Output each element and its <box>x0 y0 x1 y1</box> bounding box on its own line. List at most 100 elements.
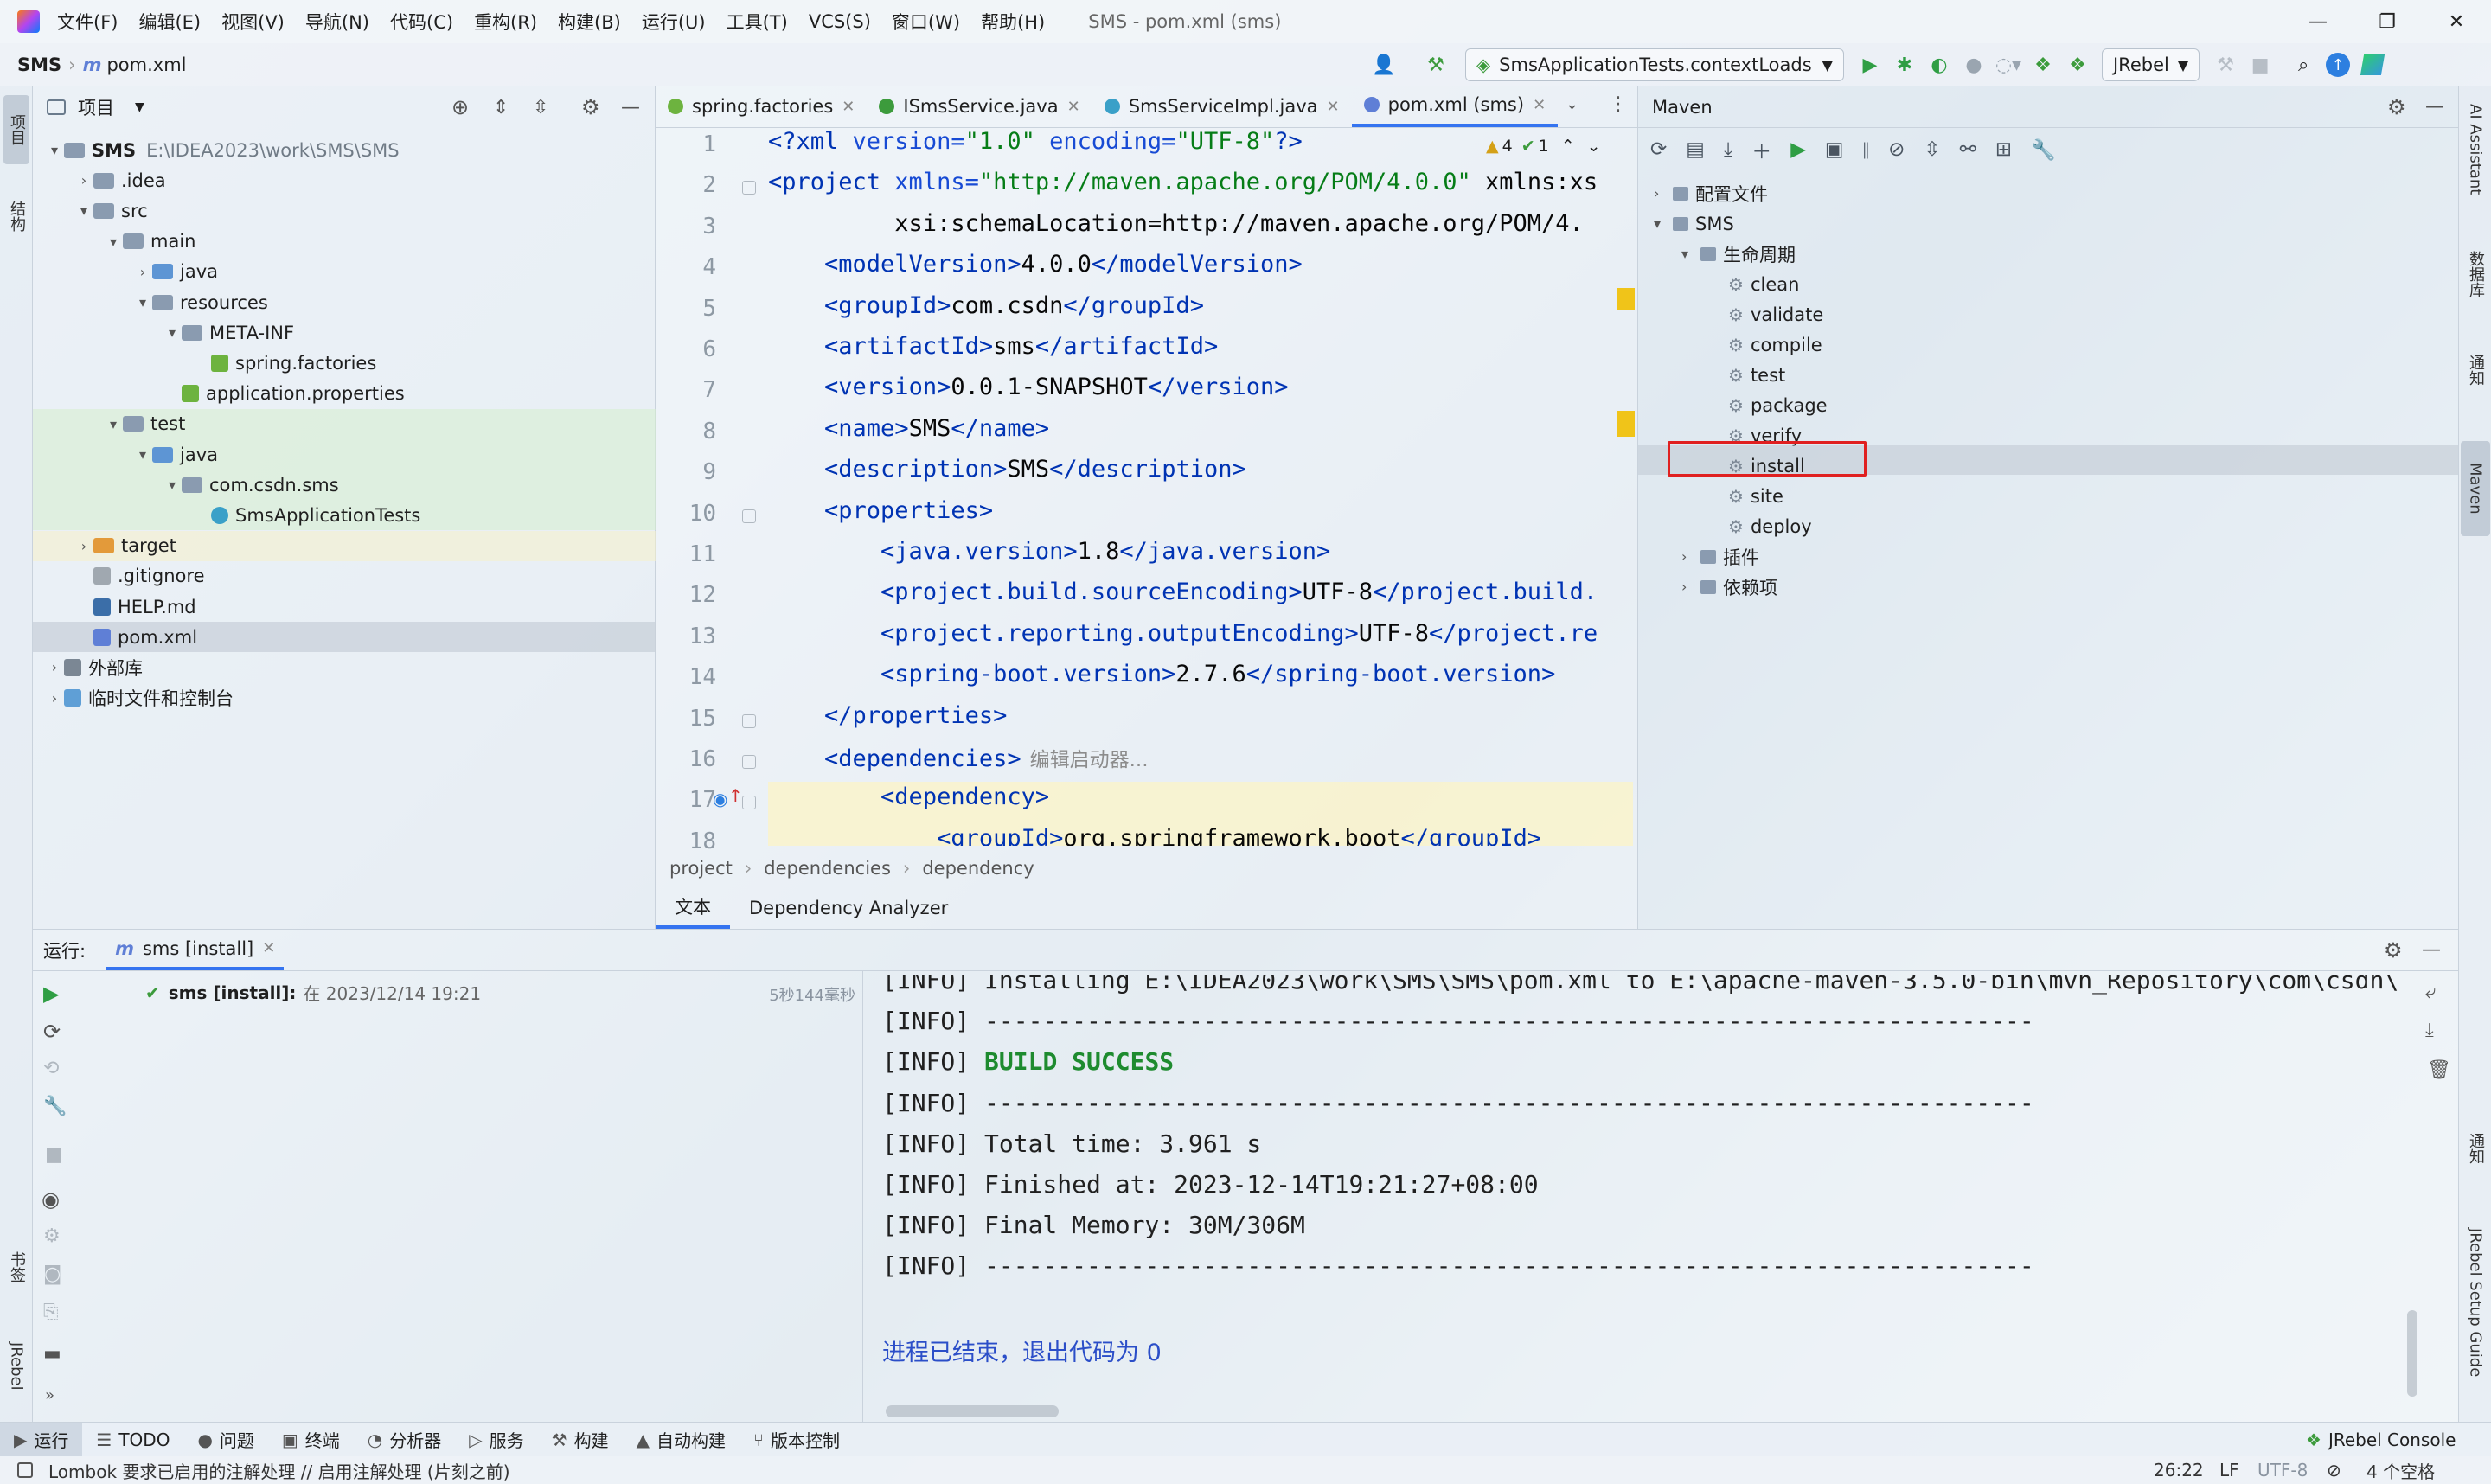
stop-icon[interactable]: ■ <box>45 1144 63 1166</box>
warning-marker[interactable] <box>1617 411 1635 437</box>
expand-arrow-icon[interactable]: ▾ <box>163 324 182 341</box>
close-icon[interactable]: ✕ <box>1067 98 1080 116</box>
code-line[interactable]: <project xmlns="http://maven.apache.org/… <box>768 169 1598 195</box>
close-icon[interactable]: ✕ <box>842 98 855 116</box>
menu-item[interactable]: 编辑(E) <box>138 9 201 35</box>
expand-arrow-icon[interactable]: ▾ <box>1681 246 1700 262</box>
hide-panel-icon[interactable]: — <box>2425 96 2444 118</box>
code-line[interactable]: <modelVersion>4.0.0</modelVersion> <box>768 251 1303 278</box>
clear-icon[interactable]: 🗑 <box>2427 1059 2451 1081</box>
run-tab[interactable]: m sms [install] ✕ <box>106 931 285 970</box>
tool-window-button[interactable]: ▲ 自动构建 <box>623 1423 740 1457</box>
maven-tree-item[interactable]: ⚙ site <box>1709 481 1783 511</box>
code-line[interactable]: <artifactId>sms</artifactId> <box>768 333 1218 360</box>
run-tree-entry[interactable]: ✔ sms [install]: 在 2023/12/14 19:21 <box>145 980 481 1005</box>
expand-arrow-icon[interactable]: ▾ <box>1654 215 1673 232</box>
more-run-icon[interactable]: ◌▾ <box>1991 48 2026 82</box>
scroll-end-icon[interactable]: ⤓ <box>2425 1020 2434 1041</box>
add-icon[interactable]: ＋ <box>1751 135 1771 164</box>
maven-tree-item[interactable]: › 依赖项 <box>1681 572 1777 602</box>
breadcrumb-item[interactable]: dependency <box>922 858 1034 879</box>
code-line[interactable]: xsi:schemaLocation=http://maven.apache.o… <box>768 210 1584 237</box>
structure-tool-button[interactable]: 结构 <box>3 182 29 251</box>
run-icon[interactable]: ▶ <box>1790 138 1806 161</box>
nav-project-name[interactable]: SMS <box>17 54 61 75</box>
layout-icon[interactable]: ▬ <box>43 1343 61 1365</box>
expand-arrow-icon[interactable]: › <box>74 538 93 554</box>
code-line[interactable]: <properties> <box>768 497 993 524</box>
notifications-2-button[interactable]: 通知 <box>2462 1133 2488 1193</box>
tool-window-button[interactable]: ⑂ 版本控制 <box>740 1423 854 1457</box>
project-tree-item[interactable]: ▾ com.csdn.sms <box>33 470 656 501</box>
menu-item[interactable]: VCS(S) <box>809 11 871 32</box>
project-tree-item[interactable]: ▾ src <box>33 195 656 226</box>
code-line[interactable]: <groupId>org.springframework.boot</group… <box>768 825 1541 846</box>
expand-arrow-icon[interactable]: › <box>74 172 93 189</box>
editor-mode-tab[interactable]: Dependency Analyzer <box>730 887 967 929</box>
tool-window-button[interactable]: ▣ 终端 <box>268 1423 354 1457</box>
indent-setting[interactable]: 4 个空格 <box>2366 1458 2435 1483</box>
project-tree-item[interactable]: › java <box>33 257 656 287</box>
export-icon[interactable]: ⎘ <box>43 1302 59 1323</box>
project-tree-item[interactable]: › 外部库 <box>33 652 656 682</box>
console-scrollbar-h[interactable] <box>886 1405 1059 1417</box>
menu-item[interactable]: 重构(R) <box>474 9 537 35</box>
update-icon[interactable]: ↑ <box>2321 48 2355 82</box>
hide-panel-icon[interactable]: — <box>621 97 640 118</box>
hammer-disabled-icon[interactable]: ⚒ <box>2208 48 2243 82</box>
hide-panel-icon[interactable]: — <box>2422 939 2441 961</box>
expand-all-icon[interactable]: ⇕ <box>493 97 509 118</box>
code-line[interactable]: <dependency> <box>768 784 1049 810</box>
tool-window-button[interactable]: ● 问题 <box>183 1423 267 1457</box>
expand-arrow-icon[interactable]: › <box>133 264 152 280</box>
generate-sources-icon[interactable]: ▤ <box>1686 138 1705 161</box>
coverage-icon[interactable]: ◐ <box>1922 48 1956 82</box>
skip-tests-icon[interactable]: ⊘ <box>1888 138 1905 161</box>
project-tree-item[interactable]: › 临时文件和控制台 <box>33 683 656 713</box>
nav-file-name[interactable]: pom.xml <box>106 54 186 75</box>
expand-arrow-icon[interactable]: › <box>1681 579 1700 595</box>
breadcrumb-item[interactable]: project <box>669 858 733 879</box>
minimize-button[interactable]: — <box>2283 0 2353 43</box>
menu-item[interactable]: 文件(F) <box>57 9 118 35</box>
run-icon[interactable]: ▶ <box>1853 48 1887 82</box>
jrebel-tool-button[interactable]: JRebel <box>3 1323 29 1410</box>
expand-arrow-icon[interactable]: ▾ <box>163 477 182 493</box>
menu-item[interactable]: 代码(C) <box>390 9 453 35</box>
jrebel-console-button[interactable]: ❖ JRebel Console <box>2292 1423 2469 1457</box>
database-button[interactable]: 数据库 <box>2462 251 2488 320</box>
code-line[interactable]: <java.version>1.8</java.version> <box>768 538 1330 565</box>
build-hammer-icon[interactable]: ⚒ <box>1418 48 1453 82</box>
project-tree-item[interactable]: ▾ SMS E:\IDEA2023\work\SMS\SMS <box>33 135 656 165</box>
project-tree-item[interactable]: › .idea <box>33 165 656 195</box>
bookmarks-tool-button[interactable]: 书签 <box>3 1228 29 1306</box>
expand-arrow-icon[interactable]: › <box>45 659 64 675</box>
menu-item[interactable]: 导航(N) <box>305 9 369 35</box>
maven-tree-item[interactable]: › 插件 <box>1681 541 1759 572</box>
tool-window-button[interactable]: ▷ 服务 <box>455 1423 537 1457</box>
tabs-more-icon[interactable]: ⋮ <box>1609 93 1628 115</box>
code-line[interactable]: <description>SMS</description> <box>768 456 1246 483</box>
editor-tab[interactable]: pom.xml (sms) ✕ <box>1351 86 1559 127</box>
reload-icon[interactable]: ⟳ <box>1650 138 1667 161</box>
close-window-button[interactable]: ✕ <box>2422 0 2491 43</box>
jetbrains-logo-icon[interactable] <box>2355 48 2390 82</box>
more-icon[interactable]: » <box>45 1386 54 1404</box>
close-icon[interactable]: ✕ <box>1533 96 1546 114</box>
toggle-icon[interactable]: ⟲ <box>43 1058 59 1079</box>
expand-arrow-icon[interactable]: ▾ <box>45 142 64 158</box>
debug-icon[interactable]: ✱ <box>1887 48 1922 82</box>
expand-arrow-icon[interactable]: › <box>1654 185 1673 201</box>
download-icon[interactable]: ⤓ <box>1724 138 1732 161</box>
code-line[interactable]: <name>SMS</name> <box>768 415 1049 442</box>
maven-tool-button[interactable]: Maven <box>2461 441 2490 536</box>
edit-starters-hint[interactable]: 编辑启动器... <box>1030 749 1149 771</box>
console-scrollbar-v[interactable] <box>2407 1310 2417 1397</box>
expand-arrow-icon[interactable]: ▾ <box>74 202 93 219</box>
maven-tree-item[interactable]: ⚙ deploy <box>1709 511 1812 541</box>
menu-item[interactable]: 窗口(W) <box>892 9 960 35</box>
code-line[interactable]: </properties> <box>768 702 1007 729</box>
maven-tree-item[interactable]: › 配置文件 <box>1654 178 1768 208</box>
status-message[interactable]: Lombok 要求已启用的注解处理 // 启用注解处理 (片刻之前) <box>48 1458 510 1483</box>
notifications-button[interactable]: 通知 <box>2462 355 2488 415</box>
